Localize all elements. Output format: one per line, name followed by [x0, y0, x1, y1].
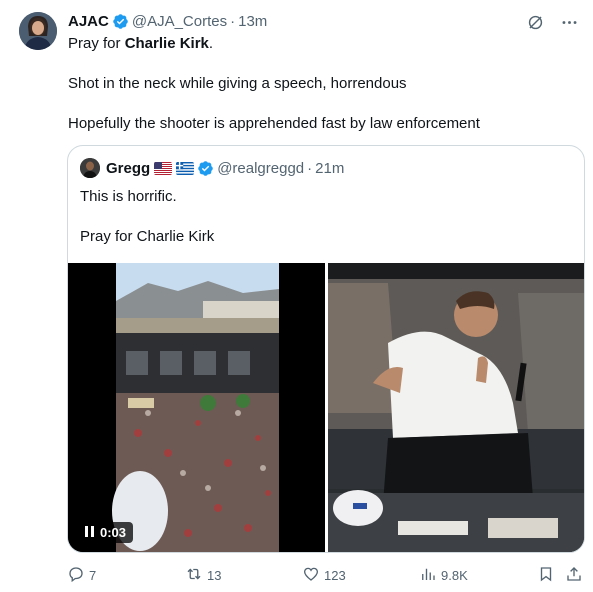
quoted-tweet-header: Gregg @realgreggd · 21m [80, 158, 344, 178]
views-icon [419, 565, 437, 586]
quoted-author-handle[interactable]: @realgreggd [217, 160, 304, 177]
tweet-text-prefix: Pray for [68, 35, 125, 52]
separator: · [230, 12, 236, 30]
like-button[interactable]: 123 [302, 565, 346, 585]
action-bar: 7 13 123 9.8K [67, 565, 587, 585]
quoted-tweet-time[interactable]: 21m [315, 160, 344, 177]
tweet-text-bold-name: Charlie Kirk [124, 35, 209, 52]
media-grid: 0:03 [68, 263, 584, 552]
author-avatar[interactable] [19, 12, 57, 50]
more-icon[interactable] [559, 12, 579, 32]
quoted-tweet[interactable]: Gregg @realgreggd · 21m This is horrific… [67, 145, 585, 553]
quoted-text-line-1: This is horrific. [80, 188, 177, 205]
video-timer-text: 0:03 [100, 525, 127, 540]
crowd-video-frame [68, 263, 325, 552]
author-name[interactable]: AJAC [68, 13, 109, 30]
tweet-time[interactable]: 13m [238, 13, 267, 30]
grok-icon[interactable] [525, 12, 545, 32]
verified-badge-icon [197, 160, 214, 177]
like-icon [302, 565, 320, 586]
reply-icon [67, 565, 85, 586]
image-photo[interactable] [328, 263, 584, 552]
video-timer[interactable]: 0:03 [78, 522, 134, 543]
like-count: 123 [324, 567, 346, 583]
quoted-text-line-2: Pray for Charlie Kirk [80, 228, 215, 245]
us-flag-icon [154, 161, 173, 175]
views-count: 9.8K [441, 567, 468, 583]
pause-icon[interactable] [85, 525, 94, 540]
repost-count: 13 [207, 567, 222, 583]
quoted-separator: · [307, 159, 313, 177]
author-handle[interactable]: @AJA_Cortes [132, 13, 227, 30]
top-actions [525, 12, 579, 32]
tweet-text-suffix: . [208, 35, 214, 52]
repost-button[interactable]: 13 [185, 565, 221, 585]
greece-flag-icon [176, 161, 195, 175]
repost-icon [185, 565, 203, 586]
bookmark-icon [537, 565, 555, 586]
tweet-header: AJAC @AJA_Cortes · 13m [68, 11, 267, 31]
share-button[interactable] [565, 565, 583, 585]
tweet-text-line-1: Pray for Charlie Kirk. [68, 34, 213, 54]
speaker-photo [328, 263, 584, 552]
share-icon [565, 565, 583, 586]
quoted-author-avatar[interactable] [80, 158, 100, 178]
reply-count: 7 [89, 567, 97, 583]
reply-button[interactable]: 7 [67, 565, 96, 585]
video-player[interactable]: 0:03 [68, 263, 325, 552]
tweet-text-line-3: Hopefully the shooter is apprehended fas… [68, 115, 480, 132]
tweet[interactable]: AJAC @AJA_Cortes · 13m Pray for Charlie … [0, 0, 593, 592]
tweet-text-line-2: Shot in the neck while giving a speech, … [68, 75, 407, 92]
quoted-author-name[interactable]: Gregg [106, 160, 150, 177]
views-button[interactable]: 9.8K [419, 565, 468, 585]
bookmark-button[interactable] [537, 565, 555, 585]
verified-badge-icon [112, 13, 129, 30]
